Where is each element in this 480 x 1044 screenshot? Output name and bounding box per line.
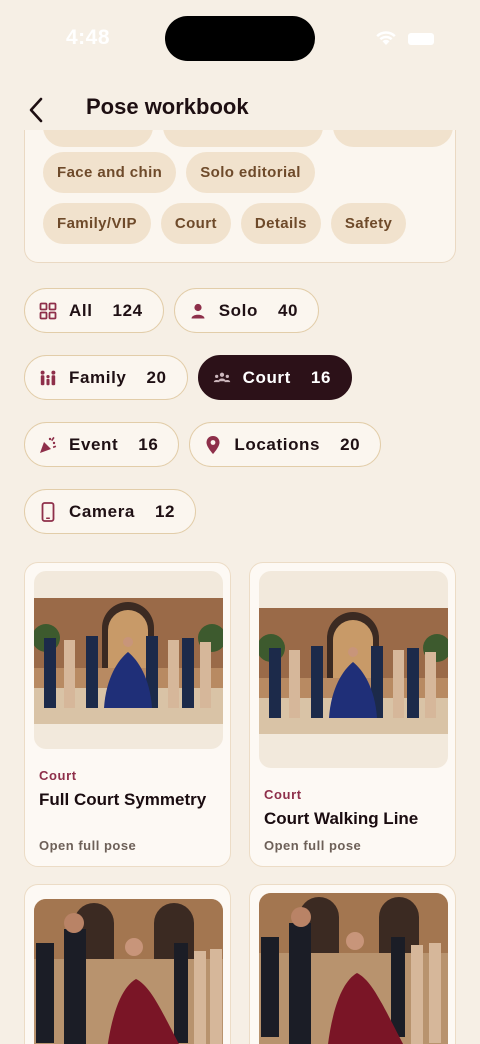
battery-icon (408, 33, 434, 45)
pose-image-frame (34, 899, 223, 1044)
card-title: Full Court Symmetry (39, 790, 207, 809)
tip-chip-safety[interactable]: Safety (330, 203, 407, 244)
filter-label: Camera (69, 501, 135, 521)
tips-row-hidden (43, 130, 453, 147)
pose-tips-card: Face and chin Solo editorial Family/VIP … (24, 130, 456, 263)
card-title: Court Walking Line (264, 809, 419, 828)
tip-chip-details[interactable]: Details (240, 203, 321, 244)
family-icon (39, 369, 57, 387)
filter-family[interactable]: Family 20 (24, 355, 188, 400)
filter-solo[interactable]: Solo 40 (173, 288, 320, 333)
pose-image-frame (34, 571, 223, 749)
grid-icon (39, 302, 57, 320)
page-title: Pose workbook (86, 94, 249, 119)
pose-card[interactable] (249, 884, 456, 1044)
filter-event[interactable]: Event 16 (24, 422, 180, 467)
person-icon (189, 302, 207, 320)
filter-count: 124 (112, 300, 143, 320)
tip-chip[interactable] (163, 130, 323, 147)
filter-count: 40 (277, 300, 299, 320)
filter-count: 20 (146, 367, 167, 387)
filter-label: Locations (234, 434, 321, 454)
filter-count: 12 (154, 501, 176, 521)
pose-card[interactable] (24, 884, 231, 1044)
open-full-pose-link[interactable]: Open full pose (39, 838, 136, 853)
pose-image-frame (259, 893, 448, 1044)
dynamic-island (165, 16, 315, 61)
tip-chip-court[interactable]: Court (160, 203, 231, 244)
filter-label: Solo (218, 300, 258, 320)
card-category: Court (39, 768, 77, 783)
tip-chip-face-and-chin[interactable]: Face and chin (43, 152, 177, 193)
filter-label: Court (242, 367, 291, 387)
filter-label: Family (69, 367, 127, 387)
filter-all[interactable]: All 124 (24, 288, 164, 333)
group-icon (213, 369, 231, 387)
pose-photo (34, 899, 223, 1044)
tip-chip-solo-editorial[interactable]: Solo editorial (186, 152, 315, 193)
tips-row: Face and chin Solo editorial (43, 152, 315, 193)
phone-icon (39, 501, 57, 522)
filter-label: All (69, 300, 93, 320)
card-category: Court (264, 787, 302, 802)
pose-card-court-walking-line[interactable]: Court Court Walking Line Open full pose (249, 562, 456, 867)
filter-locations[interactable]: Locations 20 (189, 422, 382, 467)
status-time: 4:48 (66, 26, 111, 49)
filter-label: Event (69, 434, 119, 454)
wifi-icon (376, 31, 396, 45)
tip-chip-family-vip[interactable]: Family/VIP (43, 203, 151, 244)
tips-row: Family/VIP Court Details Safety (43, 203, 407, 244)
filter-count: 20 (340, 434, 361, 454)
filter-count: 16 (310, 367, 332, 387)
open-full-pose-link[interactable]: Open full pose (264, 838, 361, 853)
location-pin-icon (204, 435, 222, 454)
pose-photo (34, 598, 223, 724)
chevron-left-icon (29, 97, 43, 123)
back-button[interactable] (18, 92, 54, 128)
tip-chip[interactable] (333, 130, 453, 147)
category-filters: All 124 Solo 40 Family 20 Court 16 Event… (24, 288, 464, 556)
pose-card-full-court-symmetry[interactable]: Court Full Court Symmetry Open full pose (24, 562, 231, 867)
filter-count: 16 (138, 434, 159, 454)
pose-image-frame (259, 571, 448, 768)
filter-court[interactable]: Court 16 (197, 355, 353, 400)
party-popper-icon (39, 436, 57, 454)
filter-camera[interactable]: Camera 12 (24, 489, 197, 534)
pose-photo (259, 608, 448, 734)
pose-photo (259, 893, 448, 1044)
tip-chip[interactable] (43, 130, 153, 147)
status-bar: 4:48 (0, 0, 480, 80)
